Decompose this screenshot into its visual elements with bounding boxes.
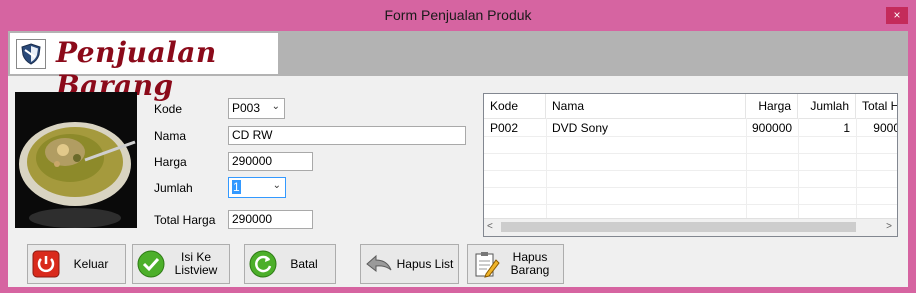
- kode-select[interactable]: P003 ⌄: [228, 98, 285, 119]
- clipboard-pencil-icon: [472, 250, 500, 278]
- grid-line: [484, 153, 897, 154]
- batal-button[interactable]: Batal: [244, 244, 336, 284]
- hapus-barang-label: Hapus Barang: [502, 245, 558, 283]
- nama-input[interactable]: CD RW: [228, 126, 466, 145]
- form-client-area: Penjualan Barang Kode P003 ⌄ Nama CD RW …: [8, 31, 908, 287]
- sales-listview[interactable]: Kode Nama Harga Jumlah Total H P002 DVD …: [483, 93, 898, 237]
- hapus-list-button[interactable]: Hapus List: [360, 244, 459, 284]
- scroll-left-icon[interactable]: <: [487, 221, 493, 232]
- isi-ke-listview-button[interactable]: Isi Ke Listview: [132, 244, 230, 284]
- refresh-icon: [249, 250, 277, 278]
- close-button[interactable]: ×: [886, 7, 908, 24]
- scroll-thumb[interactable]: [501, 222, 856, 232]
- column-header-total[interactable]: Total H: [856, 94, 897, 118]
- cell-nama: DVD Sony: [552, 121, 609, 135]
- grid-line: [484, 187, 897, 188]
- chevron-down-icon: ⌄: [271, 101, 280, 112]
- header-band: Penjualan Barang: [8, 31, 908, 102]
- header-panel: Penjualan Barang: [10, 33, 278, 102]
- hapus-list-label: Hapus List: [396, 256, 454, 271]
- jumlah-value: 1: [232, 180, 241, 194]
- shield-logo-icon: [16, 39, 46, 69]
- table-row[interactable]: P002 DVD Sony 900000 1 9000: [484, 119, 897, 137]
- isi-label-line2: Listview: [174, 263, 218, 277]
- listview-header: Kode Nama Harga Jumlah Total H: [484, 94, 897, 119]
- total-harga-input[interactable]: 290000: [228, 210, 313, 229]
- jumlah-select[interactable]: 1 ⌄: [228, 177, 286, 198]
- column-header-harga[interactable]: Harga: [746, 94, 798, 118]
- cell-jumlah: 1: [843, 121, 850, 135]
- nama-label: Nama: [154, 129, 187, 143]
- power-icon: [32, 250, 60, 278]
- keluar-label: Keluar: [73, 256, 109, 271]
- cell-harga: 900000: [752, 121, 793, 135]
- column-header-nama[interactable]: Nama: [546, 94, 746, 118]
- title-bar: Form Penjualan Produk ×: [0, 0, 916, 31]
- grid-line: [484, 170, 897, 171]
- cell-total: 9000: [873, 121, 898, 135]
- batal-label: Batal: [290, 256, 318, 271]
- cell-kode: P002: [490, 121, 519, 135]
- total-harga-label: Total Harga: [154, 213, 216, 227]
- check-icon: [137, 250, 165, 278]
- kode-value: P003: [232, 101, 261, 115]
- harga-input[interactable]: 290000: [228, 152, 313, 171]
- hapus-barang-line2: Barang: [510, 263, 550, 277]
- column-header-kode[interactable]: Kode: [484, 94, 546, 118]
- keluar-button[interactable]: Keluar: [27, 244, 126, 284]
- window-title: Form Penjualan Produk: [384, 7, 532, 23]
- kode-label: Kode: [154, 102, 183, 116]
- column-header-jumlah[interactable]: Jumlah: [798, 94, 856, 118]
- isi-ke-listview-label: Isi Ke Listview: [167, 245, 225, 283]
- chevron-down-icon: ⌄: [272, 180, 281, 191]
- undo-arrow-icon: [365, 250, 393, 278]
- jumlah-label: Jumlah: [154, 181, 193, 195]
- product-photo: [15, 92, 137, 228]
- hapus-barang-button[interactable]: Hapus Barang: [467, 244, 564, 284]
- scroll-right-icon[interactable]: >: [886, 221, 892, 232]
- harga-label: Harga: [154, 155, 187, 169]
- horizontal-scrollbar[interactable]: < >: [484, 218, 897, 236]
- grid-line: [484, 204, 897, 205]
